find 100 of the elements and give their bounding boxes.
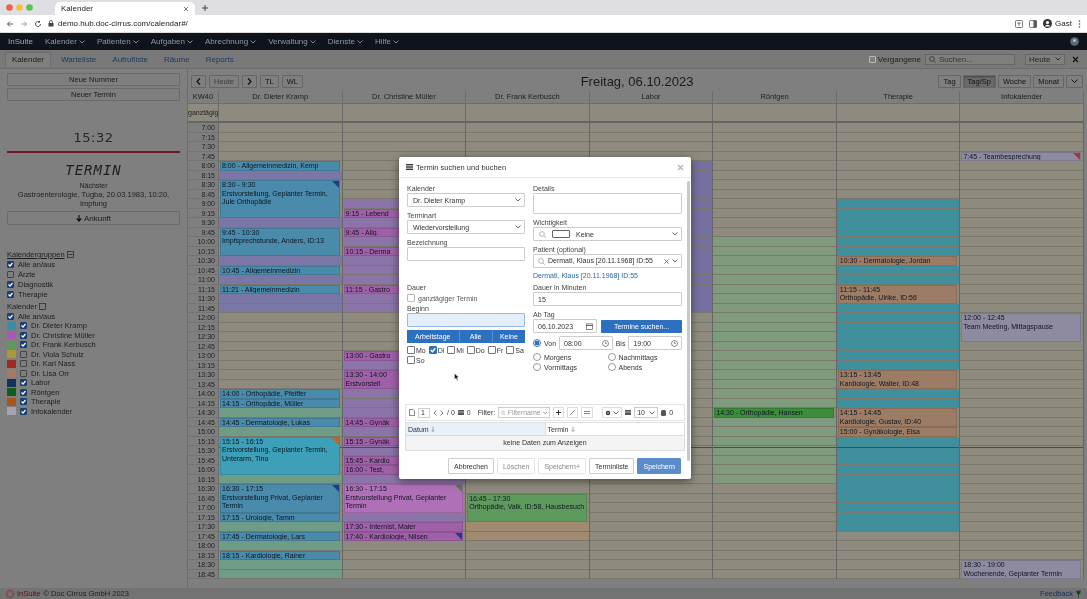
avatar-icon xyxy=(1043,19,1053,28)
more-icon[interactable] xyxy=(1078,19,1081,28)
next-button[interactable] xyxy=(242,74,257,88)
checkbox[interactable] xyxy=(7,312,14,320)
new-tab-icon[interactable] xyxy=(201,3,209,12)
view-select[interactable]: Heute xyxy=(1025,53,1065,65)
begin-field[interactable] xyxy=(407,313,525,327)
dropdown-button[interactable] xyxy=(1066,74,1083,88)
profile-button[interactable]: Gast xyxy=(1043,19,1072,28)
nav-menu[interactable]: Verwaltung xyxy=(268,37,316,46)
collapse-icon xyxy=(66,250,74,258)
pencil-icon xyxy=(570,410,576,415)
checkbox[interactable] xyxy=(20,341,27,349)
nav-tab[interactable]: Kalender xyxy=(5,51,52,67)
clock-time: 15:32 xyxy=(72,130,115,145)
all-day-cell[interactable] xyxy=(219,104,343,123)
sidebar-icon[interactable] xyxy=(1029,19,1038,28)
display-text: TERMIN xyxy=(64,162,123,178)
caret-icon xyxy=(356,39,363,44)
nav-menu[interactable]: Hilfe xyxy=(374,37,399,46)
brand-name[interactable]: InSuite xyxy=(8,37,33,46)
checkbox[interactable] xyxy=(407,294,415,302)
nav-menu[interactable]: Kalender xyxy=(44,37,85,46)
caret-icon xyxy=(392,39,399,44)
nav-tab[interactable]: Räume xyxy=(157,52,196,66)
chevron-left-icon[interactable] xyxy=(433,409,437,416)
calendar-icon xyxy=(586,322,593,330)
address-bar[interactable]: demo.hub.doc-cirrus.com/calendar#/ xyxy=(48,17,1010,30)
nav-menu[interactable]: Aufgaben xyxy=(150,37,193,46)
settings-button[interactable] xyxy=(602,407,623,418)
checkbox[interactable] xyxy=(506,346,515,354)
checkbox[interactable] xyxy=(20,388,27,396)
search-icon xyxy=(539,230,546,238)
chevron-right-icon xyxy=(247,77,252,85)
caret-icon xyxy=(672,232,678,236)
nav-tab[interactable]: Reports xyxy=(199,52,240,66)
pin-icon xyxy=(1076,589,1081,598)
back-icon[interactable] xyxy=(6,19,14,28)
arrival-button[interactable]: Ankunft xyxy=(7,211,180,225)
checkbox[interactable] xyxy=(20,322,27,330)
checkbox[interactable] xyxy=(20,379,27,387)
caret-icon xyxy=(132,39,139,44)
plus-icon xyxy=(556,410,562,415)
nav-tab[interactable]: Warteliste xyxy=(55,52,103,66)
user-icon[interactable] xyxy=(1070,37,1079,46)
nav-menu[interactable]: Dienste xyxy=(327,37,363,46)
checkbox[interactable] xyxy=(868,55,876,63)
columns-button[interactable] xyxy=(581,407,594,418)
all-day-cell[interactable] xyxy=(713,104,837,123)
all-day-cell[interactable] xyxy=(342,104,467,123)
checkbox[interactable] xyxy=(20,398,27,406)
browser-tab[interactable]: Kalender xyxy=(55,2,195,15)
previous-button[interactable] xyxy=(191,74,206,88)
color-box xyxy=(552,230,570,238)
checkbox[interactable] xyxy=(7,260,14,268)
details-field[interactable] xyxy=(533,193,682,214)
add-button[interactable] xyxy=(553,407,565,418)
sort-icon xyxy=(430,426,435,432)
chevron-right-icon[interactable] xyxy=(440,409,444,416)
close-icon[interactable] xyxy=(1072,55,1079,63)
checkbox[interactable] xyxy=(428,346,437,354)
checkbox[interactable] xyxy=(20,331,27,339)
checkmark-icon xyxy=(7,260,14,268)
checkbox[interactable] xyxy=(407,356,415,364)
checkbox[interactable] xyxy=(447,346,456,354)
caret-icon xyxy=(250,39,257,44)
checkbox[interactable] xyxy=(487,346,496,354)
arrow-down-icon xyxy=(75,214,82,222)
checkbox[interactable] xyxy=(20,407,27,415)
caret-icon xyxy=(672,259,678,263)
checkbox[interactable] xyxy=(7,290,14,298)
all-day-cell[interactable] xyxy=(466,104,590,123)
caret-icon xyxy=(78,39,85,44)
checkbox[interactable] xyxy=(466,346,475,354)
checkbox[interactable] xyxy=(7,280,14,288)
table-icon xyxy=(625,410,632,415)
checkbox[interactable] xyxy=(20,360,27,368)
checkbox[interactable] xyxy=(7,270,14,278)
checkbox[interactable] xyxy=(20,350,27,358)
radio-button[interactable] xyxy=(533,339,541,347)
caret-icon xyxy=(187,39,193,44)
nav-tab[interactable]: Aufrufliste xyxy=(106,52,154,66)
search-icon xyxy=(929,55,936,63)
name-field[interactable] xyxy=(407,247,525,261)
nav-menu[interactable]: Patienten xyxy=(96,37,139,46)
nav-menu[interactable]: Abrechnung xyxy=(205,37,257,46)
lock-icon xyxy=(48,20,54,27)
mouse-pointer-icon xyxy=(454,373,459,381)
reload-icon[interactable] xyxy=(34,19,42,28)
search-icon xyxy=(501,409,506,416)
settings-icon xyxy=(605,409,612,416)
checkbox[interactable] xyxy=(20,369,27,377)
all-day-cell[interactable] xyxy=(589,104,714,123)
all-day-cell[interactable] xyxy=(836,104,961,123)
translate-icon[interactable] xyxy=(1015,19,1024,28)
database-icon xyxy=(661,409,667,416)
checkbox[interactable] xyxy=(407,346,415,354)
chevron-down-icon xyxy=(1071,78,1078,84)
search-field[interactable]: Suchen... xyxy=(925,53,1015,65)
all-day-cell[interactable] xyxy=(960,104,1084,123)
